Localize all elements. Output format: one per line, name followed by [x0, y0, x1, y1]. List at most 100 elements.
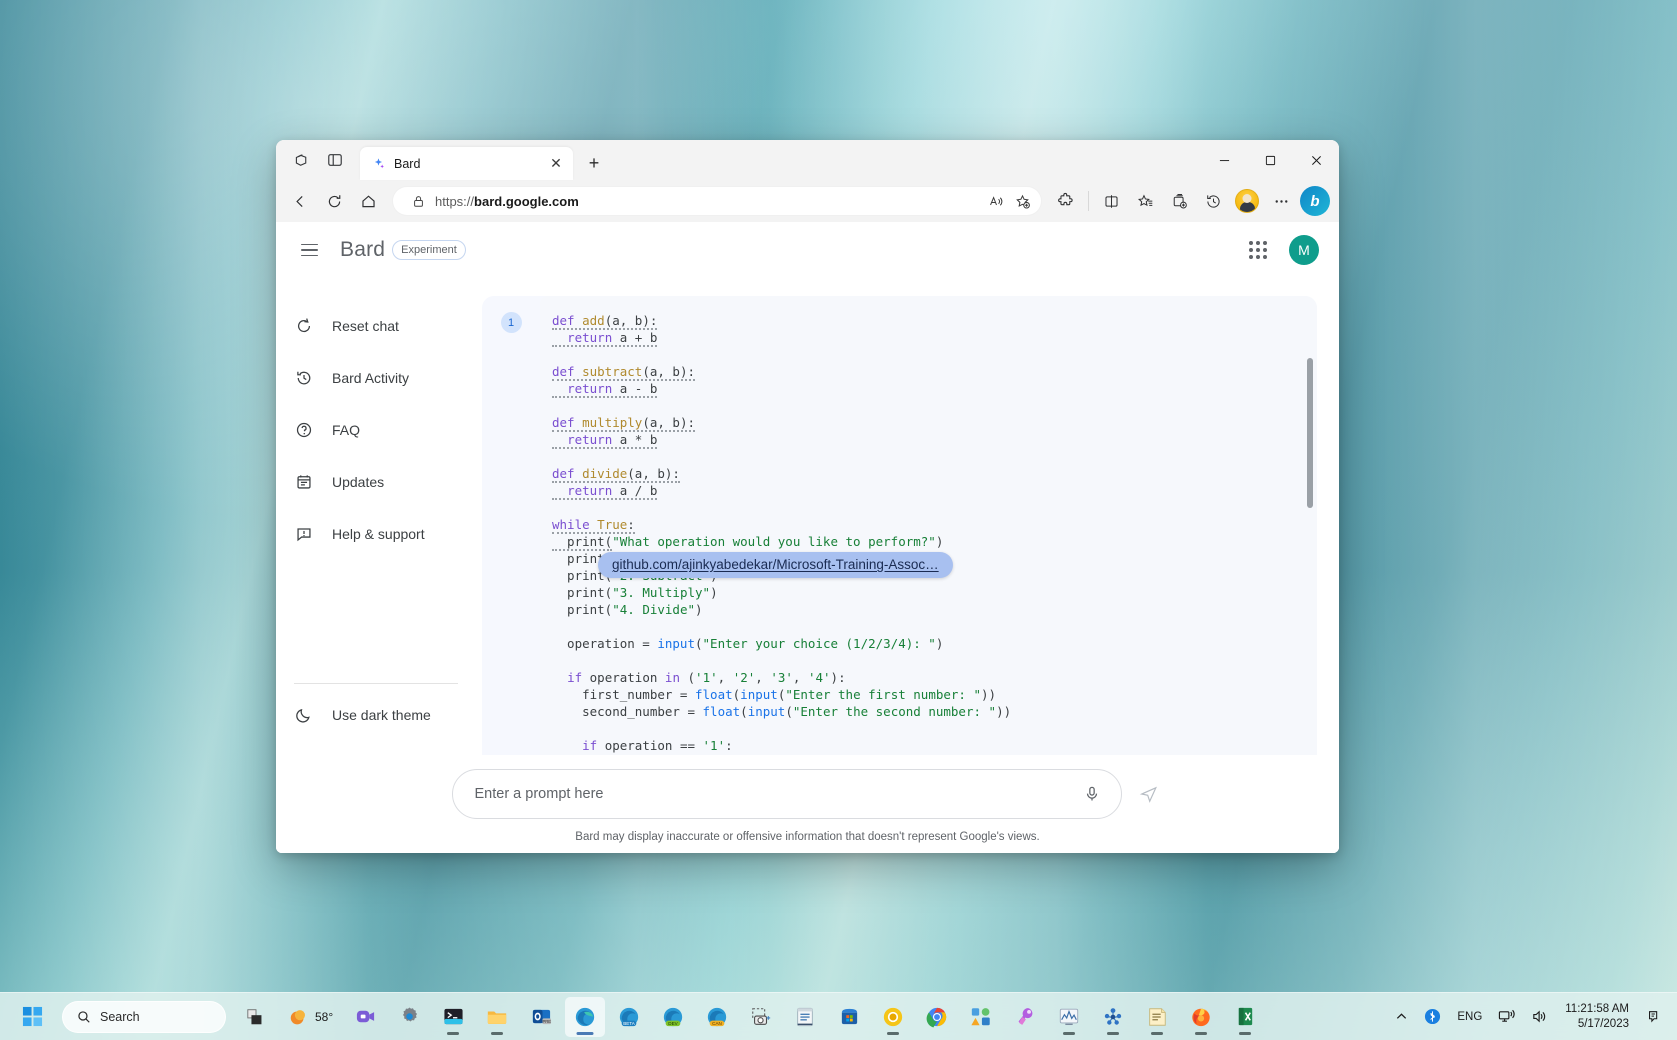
weather-sun-icon — [288, 1006, 310, 1028]
back-arrow-icon[interactable] — [284, 185, 316, 217]
sidebar-item-updates[interactable]: Updates — [276, 463, 464, 501]
prompt-area: Enter a prompt here Bard may display ina… — [276, 755, 1339, 853]
avatar[interactable]: M — [1289, 235, 1319, 265]
favorites-icon[interactable] — [1129, 185, 1161, 217]
hamburger-menu-icon[interactable] — [292, 233, 326, 267]
sidebar-item-bard-activity[interactable]: Bard Activity — [276, 359, 464, 397]
firefox-icon[interactable] — [1181, 997, 1221, 1037]
profile-avatar[interactable] — [1231, 185, 1263, 217]
collections-icon[interactable] — [1163, 185, 1195, 217]
sidebar-item-help-support[interactable]: Help & support — [276, 515, 464, 553]
sidebar-item-reset-chat[interactable]: Reset chat — [276, 307, 464, 345]
taskbar-search[interactable]: Search — [62, 1000, 226, 1033]
new-tab-button[interactable]: + — [579, 148, 609, 178]
url-text: https://bard.google.com — [435, 193, 579, 209]
edge-beta-icon[interactable]: BETA — [609, 997, 649, 1037]
sticky-notes-icon[interactable] — [1137, 997, 1177, 1037]
link-preview-text: github.com/ajinkyabedekar/Microsoft-Trai… — [612, 557, 939, 572]
outlook-pre-icon[interactable]: PRE — [521, 997, 561, 1037]
weather-widget[interactable]: 58° — [280, 997, 341, 1037]
lock-icon — [407, 195, 429, 208]
sidebar-divider — [294, 683, 458, 684]
weather-temp: 58° — [315, 1009, 334, 1024]
microphone-icon[interactable] — [1079, 781, 1105, 807]
svg-text:BETA: BETA — [623, 1021, 636, 1026]
extensions-icon[interactable] — [1050, 185, 1082, 217]
close-window-button[interactable] — [1293, 140, 1339, 180]
snipping-tool-icon[interactable] — [741, 997, 781, 1037]
sidebar-item-dark-theme[interactable]: Use dark theme — [276, 696, 464, 734]
bard-logo: Bard — [340, 238, 386, 261]
code-scrollbar[interactable] — [1307, 348, 1313, 740]
sidebar-bottom: Use dark theme — [276, 683, 476, 755]
task-view-icon[interactable] — [236, 997, 276, 1037]
address-bar[interactable]: https://bard.google.com — [392, 186, 1042, 216]
bing-discover-icon[interactable]: b — [1299, 185, 1331, 217]
settings-icon[interactable] — [389, 997, 429, 1037]
history-clock-icon — [294, 368, 314, 388]
scrollbar-thumb[interactable] — [1307, 358, 1313, 508]
edge-icon[interactable] — [565, 996, 606, 1037]
notification-icon[interactable] — [1641, 1000, 1667, 1034]
volume-icon[interactable] — [1526, 1000, 1553, 1034]
system-tray: ENG 11:21:58 AM 5/17/2023 — [1390, 1000, 1677, 1034]
microsoft-store-icon[interactable] — [829, 997, 869, 1037]
clock-date: 5/17/2023 — [1577, 1017, 1629, 1030]
bluetooth-icon[interactable] — [1419, 1000, 1446, 1034]
add-favorite-icon[interactable] — [1009, 188, 1035, 214]
performance-monitor-icon[interactable] — [1049, 997, 1089, 1037]
sidebar-item-label: Updates — [332, 474, 385, 490]
powertoys-icon[interactable] — [961, 997, 1001, 1037]
home-icon[interactable] — [352, 185, 384, 217]
paint-3d-icon[interactable] — [1005, 997, 1045, 1037]
link-preview-pill[interactable]: github.com/ajinkyabedekar/Microsoft-Trai… — [598, 552, 953, 578]
answer-card: 1 def add(a, b): return a + b def subtra… — [482, 296, 1317, 755]
send-icon[interactable] — [1134, 779, 1164, 809]
browser-toolbar: https://bard.google.com b — [276, 180, 1339, 222]
bard-body: Reset chat Bard Activity FAQ Updates Hel… — [276, 278, 1339, 755]
network-icon[interactable] — [1493, 1000, 1520, 1034]
show-hidden-icons[interactable] — [1390, 1000, 1413, 1034]
clock-time: 11:21:58 AM — [1565, 1003, 1629, 1016]
vertical-tabs-icon[interactable] — [318, 143, 352, 177]
split-screen-icon[interactable] — [1095, 185, 1127, 217]
chrome-icon[interactable] — [917, 997, 957, 1037]
clock[interactable]: 11:21:58 AM 5/17/2023 — [1559, 1002, 1635, 1031]
prompt-row: Enter a prompt here — [451, 769, 1164, 819]
terminal-icon[interactable] — [433, 997, 473, 1037]
refresh-icon[interactable] — [318, 185, 350, 217]
moon-icon — [294, 705, 314, 725]
file-explorer-icon[interactable] — [477, 997, 517, 1037]
edge-browser-window: Bard ✕ + https://bard.google.com b Bard … — [276, 140, 1339, 853]
maximize-button[interactable] — [1247, 140, 1293, 180]
experiment-badge: Experiment — [392, 239, 466, 261]
draft-column: 1 — [482, 296, 540, 755]
edge-canary-icon[interactable]: CAN — [697, 997, 737, 1037]
minimize-button[interactable] — [1201, 140, 1247, 180]
draft-number-badge[interactable]: 1 — [500, 312, 522, 333]
svg-text:PRE: PRE — [542, 1019, 551, 1024]
chrome-canary-icon[interactable] — [873, 997, 913, 1037]
teams-icon[interactable] — [345, 997, 385, 1037]
svg-text:CAN: CAN — [712, 1021, 722, 1026]
start-button[interactable] — [12, 997, 52, 1037]
edge-dev-icon[interactable]: DEV — [653, 997, 693, 1037]
language-indicator[interactable]: ENG — [1452, 1000, 1487, 1034]
disclaimer-text: Bard may display inaccurate or offensive… — [575, 831, 1040, 843]
tab-strip: Bard ✕ + — [276, 140, 1339, 180]
sidebar-item-faq[interactable]: FAQ — [276, 411, 464, 449]
svg-text:DEV: DEV — [668, 1021, 678, 1026]
google-apps-grid-icon[interactable] — [1241, 233, 1275, 267]
tab-actions-icon[interactable] — [284, 143, 318, 177]
cluster-icon[interactable] — [1093, 997, 1133, 1037]
excel-icon[interactable] — [1225, 997, 1265, 1037]
sidebar-item-label: Help & support — [332, 526, 425, 542]
more-options-icon[interactable] — [1265, 185, 1297, 217]
browser-tab[interactable]: Bard ✕ — [360, 147, 573, 180]
prompt-input[interactable]: Enter a prompt here — [451, 769, 1122, 819]
notepad-icon[interactable] — [785, 997, 825, 1037]
read-aloud-icon[interactable] — [983, 188, 1009, 214]
close-tab-icon[interactable]: ✕ — [547, 155, 565, 173]
history-icon[interactable] — [1197, 185, 1229, 217]
sidebar-item-label: Reset chat — [332, 318, 399, 334]
